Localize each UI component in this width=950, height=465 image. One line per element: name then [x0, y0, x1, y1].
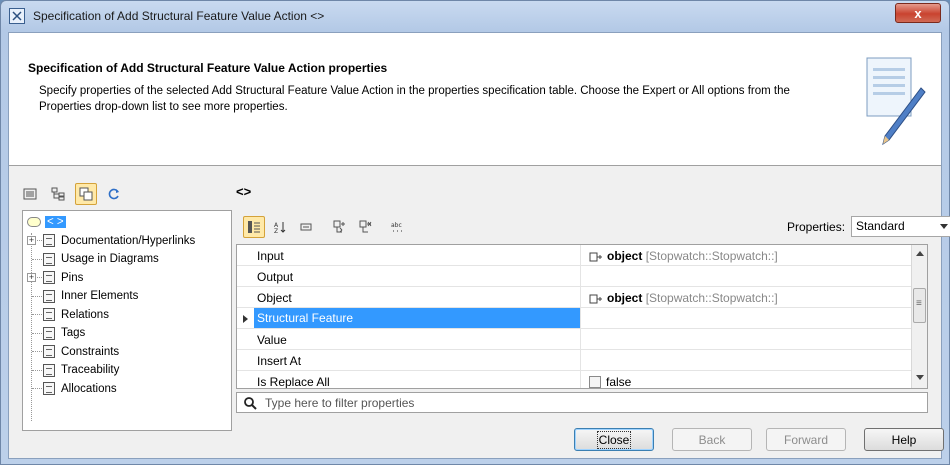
tree-item-label: Documentation/Hyperlinks: [61, 234, 196, 247]
row-pointer-icon: [243, 315, 248, 323]
tree-root-item[interactable]: < >: [23, 213, 231, 232]
svg-text:abc: abc: [391, 222, 402, 229]
expand-icon[interactable]: +: [27, 273, 36, 283]
filter-box: [236, 392, 928, 413]
property-value-text: object: [607, 291, 643, 305]
window-title: Specification of Add Structural Feature …: [33, 9, 325, 23]
page-icon: [43, 289, 55, 303]
tree-item-label: Inner Elements: [61, 290, 139, 303]
forward-button[interactable]: Forward: [766, 428, 846, 451]
tree-item-label: Traceability: [61, 364, 120, 377]
property-row-insert-at[interactable]: Insert At: [237, 350, 921, 371]
property-row-object[interactable]: Object object [Stopwatch::Stopwatch::]: [237, 287, 921, 308]
tree-item-relations[interactable]: Relations: [23, 306, 231, 325]
tree-item-label: Pins: [61, 271, 84, 284]
property-value[interactable]: object [Stopwatch::Stopwatch::]: [589, 291, 778, 305]
tree-item-label: Tags: [61, 327, 86, 340]
page-icon: [43, 252, 55, 266]
property-name: Insert At: [257, 354, 302, 368]
action-node-icon: [27, 217, 41, 228]
page-icon: [43, 382, 55, 396]
grid-scrollbar[interactable]: [911, 245, 927, 388]
tree-toolbar: [19, 183, 125, 205]
tree-item-traceability[interactable]: Traceability: [23, 361, 231, 380]
tree-item-inner-elements[interactable]: Inner Elements: [23, 287, 231, 306]
property-row-output[interactable]: Output: [237, 266, 921, 287]
property-name: Value: [257, 333, 287, 347]
help-button[interactable]: Help: [864, 428, 944, 451]
svg-text:Z: Z: [274, 228, 278, 234]
properties-grid: Input object [Stopwatch::Stopwatch::] Ou…: [236, 244, 928, 389]
page-icon: [43, 326, 55, 340]
window-close-button[interactable]: x: [895, 3, 941, 23]
property-value-text: false: [606, 375, 632, 389]
properties-mode-label: Properties:: [787, 220, 846, 234]
tree-item-label: Usage in Diagrams: [61, 253, 159, 266]
chevron-down-icon: [940, 224, 948, 229]
tree-item-allocations[interactable]: Allocations: [23, 380, 231, 399]
header-description: Specify properties of the selected Add S…: [39, 85, 790, 113]
tree-item-usage[interactable]: Usage in Diagrams: [23, 250, 231, 269]
refresh-icon[interactable]: [103, 183, 125, 205]
expand-icon[interactable]: +: [27, 236, 36, 246]
expand-all-icon[interactable]: [329, 216, 351, 238]
property-name: Input: [257, 249, 284, 263]
is-replace-all-checkbox[interactable]: [589, 376, 601, 388]
page-icon: [43, 363, 55, 377]
property-value-type: [Stopwatch::Stopwatch::]: [645, 291, 778, 305]
tree-item-constraints[interactable]: Constraints: [23, 343, 231, 362]
app-icon: [9, 8, 25, 24]
scroll-down-icon[interactable]: [916, 375, 924, 380]
page-icon: [43, 271, 55, 285]
sort-alphabetical-icon[interactable]: AZ: [269, 216, 291, 238]
tree-item-tags[interactable]: Tags: [23, 324, 231, 343]
tree-item-label: Allocations: [61, 382, 117, 395]
tree-root-label: < >: [45, 216, 66, 229]
property-name: Is Replace All: [257, 375, 330, 389]
properties-mode-value: Standard: [856, 219, 905, 233]
document-pencil-icon: [866, 57, 926, 146]
object-node-icon: [589, 294, 602, 304]
tree-view-icon[interactable]: [47, 183, 69, 205]
page-icon: [43, 345, 55, 359]
copy-toggle-icon[interactable]: [75, 183, 97, 205]
property-name: Output: [257, 270, 294, 284]
property-value[interactable]: object [Stopwatch::Stopwatch::]: [589, 249, 778, 263]
page-icon: [43, 234, 55, 248]
scroll-up-icon[interactable]: [916, 251, 924, 256]
title-bar[interactable]: Specification of Add Structural Feature …: [1, 1, 949, 31]
tree-item-pins[interactable]: + Pins: [23, 269, 231, 288]
search-icon: [244, 396, 257, 410]
close-button-label: Close: [596, 430, 632, 449]
page-icon: [43, 308, 55, 322]
spell-check-icon[interactable]: abc: [387, 216, 409, 238]
description-panel-icon[interactable]: [295, 216, 317, 238]
back-button[interactable]: Back: [672, 428, 752, 451]
property-row-value[interactable]: Value: [237, 329, 921, 350]
tree-item-label: Relations: [61, 308, 109, 321]
header-title: Specification of Add Structural Feature …: [28, 61, 388, 75]
close-button[interactable]: Close: [574, 428, 654, 451]
object-node-icon: [589, 252, 602, 262]
property-row-structural-feature[interactable]: Structural Feature: [237, 308, 921, 329]
filter-input[interactable]: [263, 394, 903, 411]
property-value-text: object: [607, 249, 643, 263]
scroll-thumb[interactable]: [913, 288, 926, 323]
element-title: <>: [236, 184, 252, 199]
navigation-tree: < > + Documentation/Hyperlinks Usage in …: [22, 210, 232, 431]
property-name: Object: [257, 291, 292, 305]
tree-item-documentation[interactable]: + Documentation/Hyperlinks: [23, 232, 231, 251]
categorized-view-icon[interactable]: [243, 215, 265, 238]
header-panel: Specification of Add Structural Feature …: [9, 33, 941, 166]
property-row-input[interactable]: Input object [Stopwatch::Stopwatch::]: [237, 245, 921, 266]
property-value-type: [Stopwatch::Stopwatch::]: [645, 249, 778, 263]
property-row-is-replace-all[interactable]: Is Replace All false: [237, 371, 921, 389]
properties-mode-select[interactable]: Standard: [851, 216, 950, 237]
tree-item-label: Constraints: [61, 345, 120, 358]
list-view-icon[interactable]: [19, 183, 41, 205]
property-name-selected: Structural Feature: [254, 308, 580, 328]
collapse-all-icon[interactable]: [355, 216, 377, 238]
property-value[interactable]: false: [589, 375, 632, 389]
